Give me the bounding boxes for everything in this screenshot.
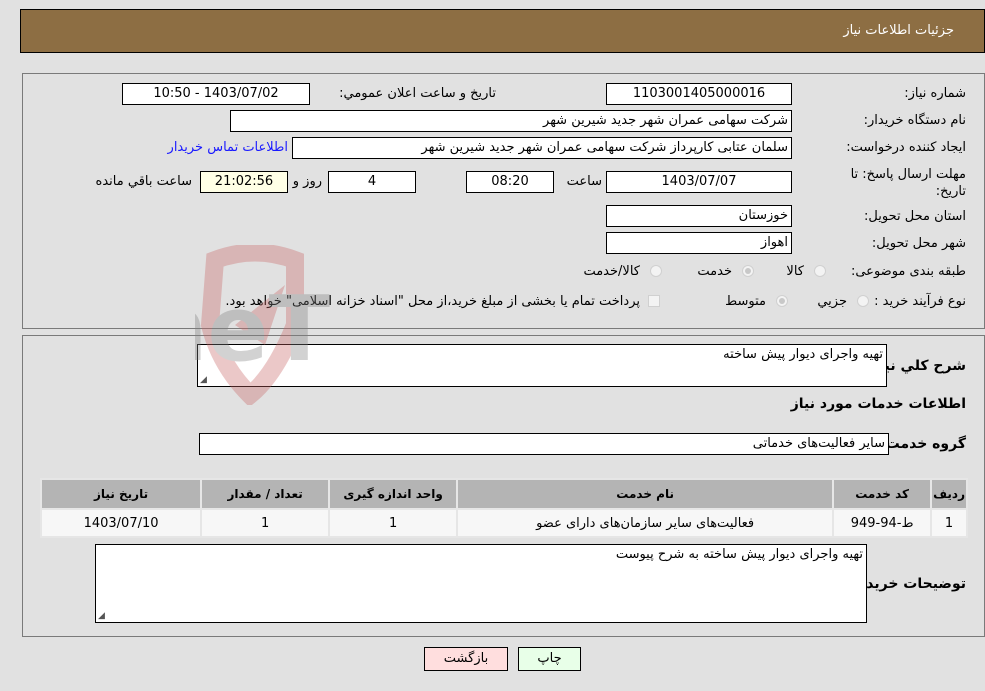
col-service-code: کد خدمت: [832, 478, 933, 510]
resize-grip-icon[interactable]: ◢: [98, 611, 105, 621]
col-quantity: تعداد / مقدار: [200, 478, 331, 510]
need-number-label: شماره نیاز:: [904, 86, 966, 101]
summary-text: تهیه واجرای دیوار پیش ساخته: [723, 347, 883, 362]
col-row: ردیف: [930, 478, 968, 510]
services-table: ردیف کد خدمت نام خدمت واحد اندازه گیری ت…: [39, 478, 968, 538]
buyer-label: نام دستگاه خریدار:: [863, 113, 966, 128]
remaining-time-field: 21:02:56: [200, 171, 288, 193]
category-option-service: خدمت: [697, 264, 732, 279]
service-group-label: گروه خدمت:: [880, 436, 966, 452]
category-label: طبقه بندی موضوعی:: [850, 264, 966, 279]
city-label: شهر محل تحویل:: [871, 236, 966, 251]
buyer-field[interactable]: شرکت سهامی عمران شهر جدید شیرین شهر: [230, 110, 792, 132]
buyer-notes-text: تهیه واجرای دیوار پیش ساخته به شرح پیوست: [615, 547, 863, 562]
cell-unit: 1: [328, 508, 459, 538]
process-radio-medium[interactable]: [776, 295, 788, 307]
cell-row: 1: [930, 508, 968, 538]
table-row: 1 ط-94-949 فعالیت‌های سایر سازمان‌های دا…: [39, 508, 968, 538]
process-label: نوع فرآیند خرید :: [874, 294, 966, 309]
buyer-notes-textarea[interactable]: تهیه واجرای دیوار پیش ساخته به شرح پیوست…: [95, 544, 867, 623]
category-radio-service[interactable]: [742, 265, 754, 277]
treasury-note: پرداخت تمام یا بخشی از مبلغ خرید،از محل …: [225, 294, 640, 309]
cell-service-name: فعالیت‌های سایر سازمان‌های دارای عضو: [456, 508, 835, 538]
col-need-date: تاریخ نیاز: [39, 478, 203, 510]
page-header: جزئیات اطلاعات نیاز: [20, 9, 985, 53]
deadline-label: مهلت ارسال پاسخ: تا تاریخ:: [850, 167, 966, 199]
announce-field[interactable]: 1403/07/02 - 10:50: [122, 83, 310, 105]
services-heading: اطلاعات خدمات مورد نیاز: [790, 396, 966, 412]
province-field[interactable]: خوزستان: [606, 205, 792, 227]
service-group-field[interactable]: سایر فعالیت‌های خدماتی: [199, 433, 889, 455]
need-number-field[interactable]: 1103001405000016: [606, 83, 792, 105]
cell-need-date: 1403/07/10: [39, 508, 203, 538]
cell-service-code: ط-94-949: [832, 508, 933, 538]
table-header-row: ردیف کد خدمت نام خدمت واحد اندازه گیری ت…: [39, 478, 968, 510]
treasury-checkbox[interactable]: [648, 295, 660, 307]
print-button[interactable]: چاپ: [518, 647, 581, 671]
creator-field[interactable]: سلمان عتابی کارپرداز شرکت سهامی عمران شه…: [292, 137, 792, 159]
days-field[interactable]: 4: [328, 171, 416, 193]
resize-grip-icon[interactable]: ◢: [200, 375, 207, 385]
creator-label: ایجاد کننده درخواست:: [846, 140, 966, 155]
details-panel: شرح كلي نياز: تهیه واجرای دیوار پیش ساخت…: [22, 335, 985, 637]
city-field[interactable]: اهواز: [606, 232, 792, 254]
summary-textarea[interactable]: تهیه واجرای دیوار پیش ساخته ◢: [197, 344, 887, 387]
cell-quantity: 1: [200, 508, 331, 538]
col-service-name: نام خدمت: [456, 478, 835, 510]
deadline-time-label: ساعت: [566, 174, 602, 189]
process-radio-minor[interactable]: [857, 295, 869, 307]
announce-label: تاریخ و ساعت اعلان عمومي:: [339, 86, 496, 101]
need-info-panel: شماره نیاز: 1103001405000016 تاریخ و ساع…: [22, 73, 985, 329]
remaining-label: ساعت باقي مانده: [95, 174, 192, 189]
deadline-date-field[interactable]: 1403/07/07: [606, 171, 792, 193]
page-title: جزئیات اطلاعات نیاز: [843, 23, 954, 38]
process-option-medium: متوسط: [725, 294, 766, 309]
category-radio-goods[interactable]: [814, 265, 826, 277]
buyer-contact-link[interactable]: اطلاعات تماس خریدار: [168, 140, 288, 155]
province-label: استان محل تحویل:: [864, 209, 966, 224]
col-unit: واحد اندازه گیری: [328, 478, 459, 510]
category-option-goods-service: کالا/خدمت: [583, 264, 640, 279]
process-option-minor: جزيي: [817, 294, 847, 309]
category-option-goods: کالا: [786, 264, 804, 279]
back-button[interactable]: بازگشت: [424, 647, 508, 671]
deadline-time-field[interactable]: 08:20: [466, 171, 554, 193]
category-radio-goods-service[interactable]: [650, 265, 662, 277]
days-label: روز و: [292, 174, 322, 189]
